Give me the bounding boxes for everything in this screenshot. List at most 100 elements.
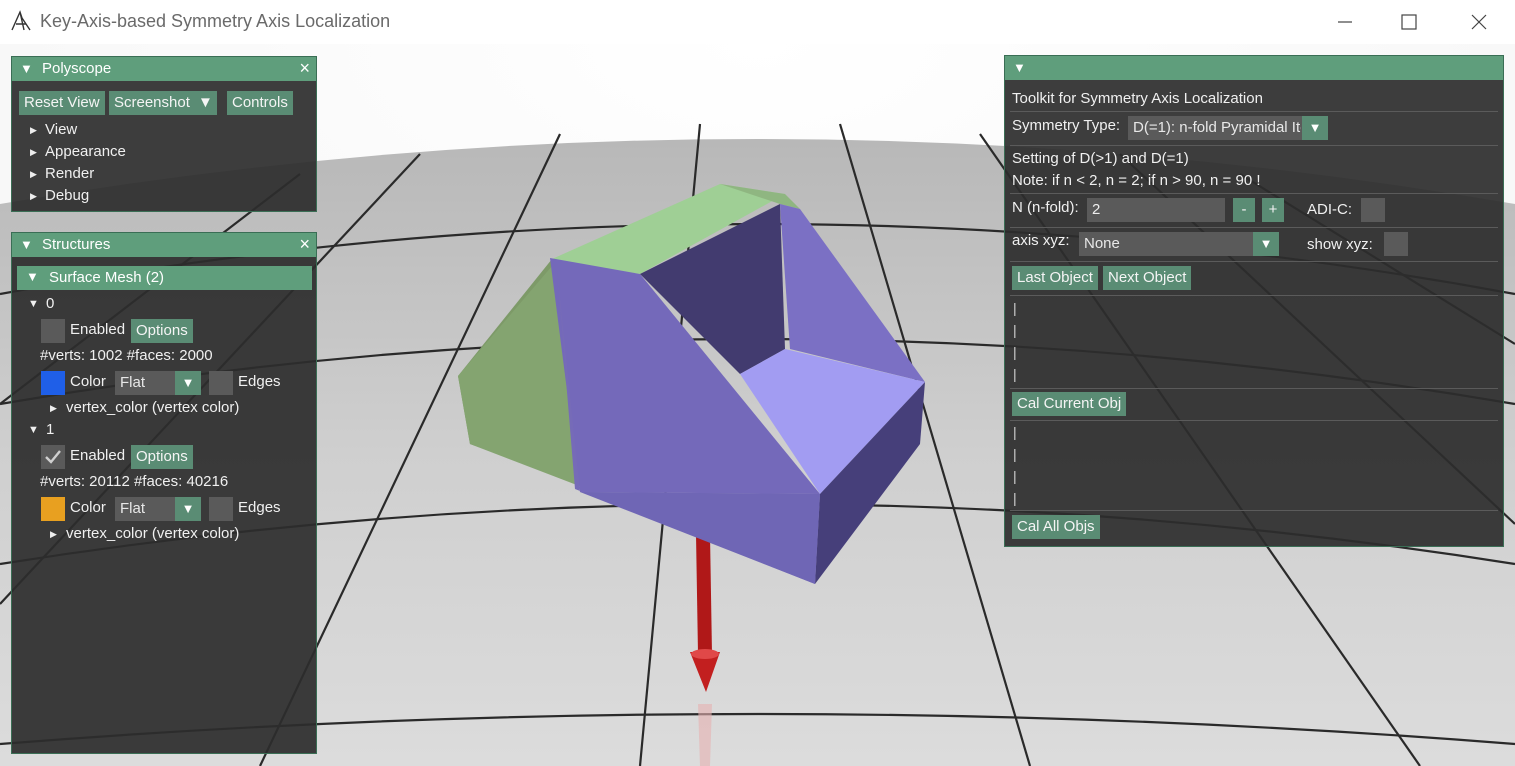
reset-view-button[interactable]: Reset View	[19, 91, 105, 115]
mesh-0-name[interactable]: 0	[46, 295, 54, 312]
window-titlebar: Key-Axis-based Symmetry Axis Localizatio…	[0, 0, 1515, 44]
collapse-triangle-icon[interactable]: ▼	[1013, 60, 1026, 75]
axis-xyz-label: axis xyz:	[1012, 232, 1070, 249]
maximize-icon[interactable]	[1394, 8, 1424, 36]
n-fold-label: N (n-fold):	[1012, 199, 1079, 216]
mesh-1-enabled-checkbox[interactable]	[41, 445, 65, 469]
log-line: |	[1013, 300, 1017, 316]
mesh-0-edges-label: Edges	[238, 373, 281, 390]
expand-arrow-icon[interactable]: ▶	[30, 147, 37, 158]
close-icon[interactable]: ×	[299, 58, 310, 79]
divider	[1010, 510, 1498, 511]
tree-item-debug[interactable]: Debug	[45, 187, 89, 204]
close-icon[interactable]: ×	[299, 234, 310, 255]
expand-arrow-icon[interactable]: ▶	[30, 125, 37, 136]
tree-item-view[interactable]: View	[45, 121, 77, 138]
mesh-1-color-swatch[interactable]	[41, 497, 65, 521]
surface-mesh-group-header[interactable]: ▼ Surface Mesh (2)	[17, 266, 312, 290]
chevron-down-icon[interactable]: ▼	[175, 371, 201, 395]
collapse-triangle-icon[interactable]: ▼	[26, 269, 39, 284]
next-object-button[interactable]: Next Object	[1103, 266, 1192, 290]
last-object-button[interactable]: Last Object	[1012, 266, 1098, 290]
window-title: Key-Axis-based Symmetry Axis Localizatio…	[40, 11, 391, 31]
tree-item-appearance[interactable]: Appearance	[45, 143, 126, 160]
polyscope-panel: ▼ Polyscope × Reset View Screenshot ▼ Co…	[11, 56, 317, 212]
symmetry-type-label: Symmetry Type:	[1012, 117, 1121, 134]
app-logo-icon	[11, 10, 31, 31]
tree-item-render[interactable]: Render	[45, 165, 94, 182]
axis-xyz-dropdown[interactable]: None ▼	[1079, 232, 1279, 256]
divider	[1010, 388, 1498, 389]
divider	[1010, 227, 1498, 228]
adi-c-checkbox[interactable]	[1361, 198, 1385, 222]
divider	[1010, 111, 1498, 112]
mesh-1-edges-checkbox[interactable]	[209, 497, 233, 521]
surface-mesh-group-label: Surface Mesh (2)	[49, 269, 165, 286]
divider	[1010, 145, 1498, 146]
mesh-1-stats: #verts: 20112 #faces: 40216	[40, 473, 229, 490]
show-xyz-checkbox[interactable]	[1384, 232, 1408, 256]
axis-xyz-value: None	[1084, 235, 1120, 252]
mesh-1-options-button[interactable]: Options	[131, 445, 193, 469]
chevron-down-icon[interactable]: ▼	[175, 497, 201, 521]
mesh-1-quantity[interactable]: vertex_color (vertex color)	[66, 525, 239, 542]
expand-arrow-icon[interactable]: ▶	[30, 169, 37, 180]
structures-panel-title: Structures	[42, 236, 111, 253]
toolkit-panel-header[interactable]: ▼	[1005, 56, 1503, 80]
polyscope-panel-title: Polyscope	[42, 60, 112, 77]
collapse-triangle-icon[interactable]: ▼	[28, 424, 39, 436]
mesh-0-color-label: Color	[70, 373, 106, 390]
divider	[1010, 295, 1498, 296]
collapse-triangle-icon[interactable]: ▼	[28, 298, 39, 310]
cal-all-objs-button[interactable]: Cal All Objs	[1012, 515, 1100, 539]
log-line: |	[1013, 366, 1017, 382]
screenshot-button[interactable]: Screenshot	[109, 91, 195, 115]
adi-c-label: ADI-C:	[1307, 201, 1352, 218]
log-line: |	[1013, 424, 1017, 440]
structures-panel: ▼ Structures × ▼ Surface Mesh (2) ▼ 0 En…	[11, 232, 317, 754]
mesh-0-enabled-checkbox[interactable]	[41, 319, 65, 343]
mesh-0-color-swatch[interactable]	[41, 371, 65, 395]
toolkit-heading: Toolkit for Symmetry Axis Localization	[1012, 90, 1263, 107]
collapse-triangle-icon[interactable]: ▼	[20, 237, 33, 252]
mesh-0-enabled-label: Enabled	[70, 321, 126, 338]
expand-arrow-icon[interactable]: ▶	[30, 191, 37, 202]
close-icon[interactable]	[1464, 8, 1494, 36]
decrement-button[interactable]: -	[1233, 198, 1255, 222]
screenshot-dropdown-arrow-icon[interactable]: ▼	[193, 91, 217, 115]
symmetry-type-dropdown[interactable]: D(=1): n-fold Pyramidal Ite ▼	[1128, 116, 1328, 140]
mesh-0-options-button[interactable]: Options	[131, 319, 193, 343]
divider	[1010, 420, 1498, 421]
show-xyz-label: show xyz:	[1307, 236, 1373, 253]
minimize-icon[interactable]	[1330, 8, 1360, 36]
mesh-1-name[interactable]: 1	[46, 421, 54, 438]
polyscope-panel-header[interactable]: ▼ Polyscope ×	[12, 57, 316, 81]
increment-button[interactable]: +	[1262, 198, 1284, 222]
mesh-0-edges-checkbox[interactable]	[209, 371, 233, 395]
structures-panel-header[interactable]: ▼ Structures ×	[12, 233, 316, 257]
n-fold-value: 2	[1092, 201, 1101, 218]
log-line: |	[1013, 468, 1017, 484]
checkmark-icon	[45, 450, 61, 464]
expand-arrow-icon[interactable]: ▶	[50, 403, 57, 414]
mesh-1-color-label: Color	[70, 499, 106, 516]
chevron-down-icon[interactable]: ▼	[1302, 116, 1328, 140]
n-fold-input[interactable]: 2	[1087, 198, 1225, 222]
mesh-0-shading-dropdown[interactable]: Flat ▼	[115, 371, 201, 395]
expand-arrow-icon[interactable]: ▶	[50, 529, 57, 540]
toolkit-panel: ▼ Toolkit for Symmetry Axis Localization…	[1004, 55, 1504, 547]
note-line: Note: if n < 2, n = 2; if n > 90, n = 90…	[1012, 172, 1261, 189]
cal-current-obj-button[interactable]: Cal Current Obj	[1012, 392, 1127, 416]
mesh-1-shading-dropdown[interactable]: Flat ▼	[115, 497, 201, 521]
collapse-triangle-icon[interactable]: ▼	[20, 61, 33, 76]
log-line: |	[1013, 490, 1017, 506]
log-line: |	[1013, 446, 1017, 462]
mesh-1-shading-value: Flat	[120, 500, 146, 517]
chevron-down-icon[interactable]: ▼	[1253, 232, 1279, 256]
mesh-1-edges-label: Edges	[238, 499, 281, 516]
divider	[1010, 193, 1498, 194]
setting-line: Setting of D(>1) and D(=1)	[1012, 150, 1189, 167]
mesh-0-quantity[interactable]: vertex_color (vertex color)	[66, 399, 239, 416]
controls-button[interactable]: Controls	[227, 91, 293, 115]
log-line: |	[1013, 344, 1017, 360]
